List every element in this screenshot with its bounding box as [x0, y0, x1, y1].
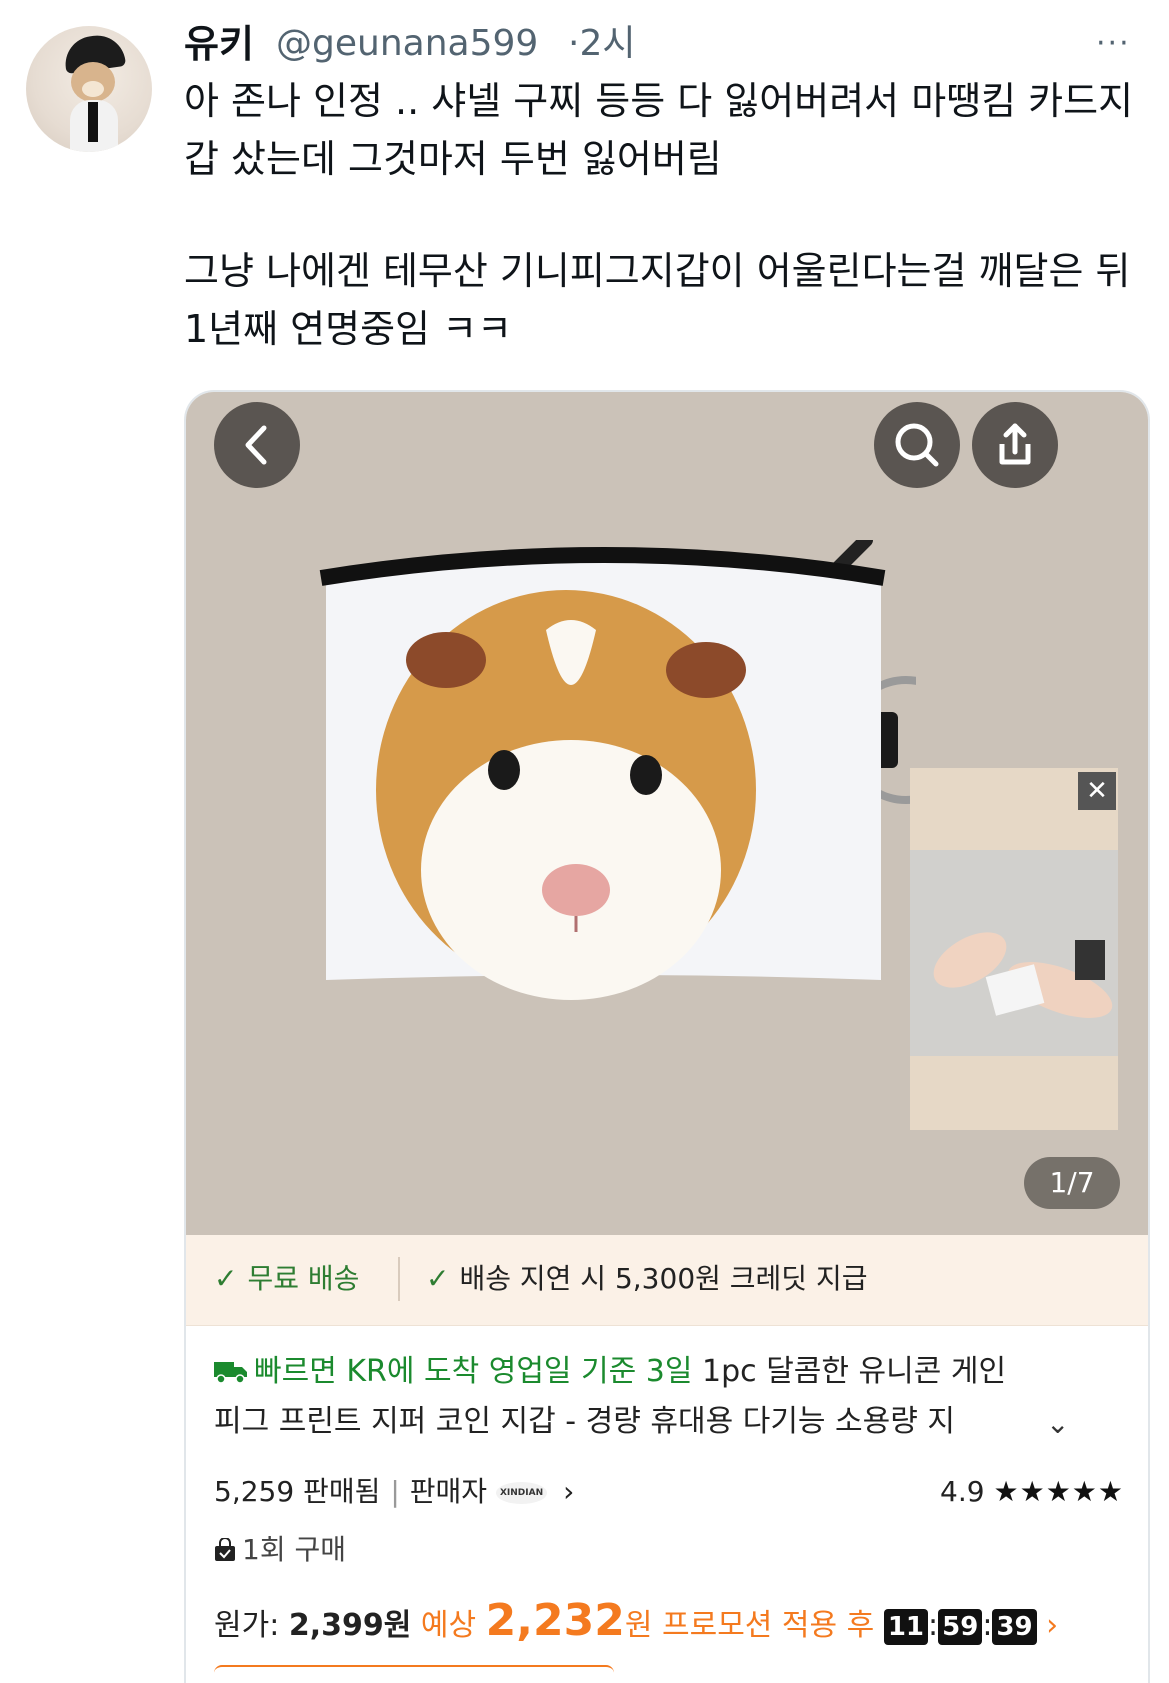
- share-icon: [999, 423, 1031, 465]
- seller-logo[interactable]: XINDIAN: [495, 1482, 548, 1504]
- video-frame[interactable]: [910, 850, 1118, 1056]
- avatar-face: [82, 81, 104, 97]
- close-icon[interactable]: ✕: [1078, 772, 1116, 810]
- original-price-label: 원가:: [214, 1608, 280, 1643]
- share-button[interactable]: [972, 402, 1058, 488]
- product-meta: 5,259 판매됨 | 판매자 XINDIAN › 4.9 ★★★★★: [214, 1467, 1124, 1517]
- chevron-down-icon[interactable]: ⌄: [1046, 1407, 1069, 1440]
- search-button[interactable]: [874, 402, 960, 488]
- purchase-label: 1회 구매: [242, 1533, 346, 1566]
- estimated-label: 예상: [420, 1608, 477, 1643]
- bag-icon: [215, 1538, 235, 1561]
- timer-minutes: 59: [938, 1609, 983, 1645]
- rating[interactable]: 4.9 ★★★★★: [940, 1467, 1124, 1517]
- display-name[interactable]: 유키: [184, 22, 254, 66]
- image-counter: 1/7: [1024, 1157, 1120, 1209]
- avatar[interactable]: [26, 26, 152, 152]
- tweet-paragraph-1: 아 존나 인정 .. 샤넬 구찌 등등 다 잃어버려서 마땡킴 카드지갑 샀는데…: [184, 79, 1134, 181]
- rating-value: 4.9: [940, 1475, 985, 1508]
- purchase-count: 1회 구매: [214, 1525, 346, 1575]
- video-preview[interactable]: ✕: [910, 768, 1118, 1130]
- truck-icon: [214, 1362, 247, 1384]
- chevron-right-icon[interactable]: ›: [563, 1475, 574, 1508]
- product-info: 빠르면 KR에 도착 영업일 기준 3일 1pc 달콤한 유니콘 게인 피그 프…: [214, 1347, 1124, 1667]
- check-icon: ✓: [426, 1262, 450, 1295]
- promo-arrow-icon[interactable]: ›: [1046, 1608, 1058, 1643]
- estimated-unit: 원: [624, 1608, 653, 1643]
- check-icon: ✓: [214, 1262, 238, 1295]
- guinea-pig-coin-purse: [319, 540, 916, 1000]
- estimated-price: 2,232: [485, 1595, 625, 1646]
- tweet-time[interactable]: ·2시: [568, 22, 635, 66]
- product-title-line-2[interactable]: 피그 프린트 지퍼 코인 지갑 - 경량 휴대용 다기능 소용량 지: [214, 1397, 1014, 1447]
- seller-label[interactable]: 판매자: [410, 1475, 487, 1508]
- search-icon: [895, 423, 939, 467]
- tweet-paragraph-2: 그냥 나에겐 테무산 기니피그지갑이 어울린다는걸 깨달은 뒤 1년째 연명중임…: [184, 249, 1131, 351]
- price-line: 원가: 2,399원 예상 2,232원 프로모션 적용 후 11:59:39 …: [214, 1595, 1059, 1646]
- delay-credit: ✓ 배송 지연 시 5,300원 크레딧 지급: [426, 1259, 868, 1299]
- back-icon: [245, 425, 267, 465]
- free-shipping: ✓ 무료 배송: [214, 1259, 359, 1299]
- product-title-1: 1pc 달콤한 유니콘 게인: [702, 1354, 1007, 1389]
- more-options-icon[interactable]: ···: [1096, 26, 1131, 61]
- delay-credit-label: 배송 지연 시 5,300원 크레딧 지급: [459, 1262, 868, 1295]
- timer-seconds: 39: [992, 1609, 1037, 1645]
- promo-label: 프로모션 적용 후: [662, 1608, 875, 1643]
- back-button[interactable]: [214, 402, 300, 488]
- delivery-estimate: 빠르면 KR에 도착 영업일 기준 3일: [254, 1354, 693, 1389]
- original-price: 2,399원: [288, 1608, 412, 1643]
- hands-video-thumbnail: [910, 850, 1118, 1056]
- avatar-tie: [88, 102, 98, 142]
- partial-badge: [214, 1665, 614, 1679]
- free-shipping-label: 무료 배송: [247, 1262, 360, 1295]
- product-photo[interactable]: ✕ 1/7: [186, 392, 1148, 1235]
- shipping-bar: ✓ 무료 배송 ✓ 배송 지연 시 5,300원 크레딧 지급: [186, 1235, 1148, 1326]
- sold-count: 5,259 판매됨: [214, 1475, 381, 1508]
- star-icon: ★★★★★: [993, 1475, 1124, 1508]
- user-handle[interactable]: @geunana599: [276, 22, 538, 66]
- timer-hours: 11: [883, 1609, 929, 1645]
- tweet-media[interactable]: ✕ 1/7 ✓ 무료 배송 ✓ 배송 지연 시 5,300원 크레딧 지급 빠르…: [184, 390, 1150, 1683]
- divider: [398, 1257, 400, 1301]
- product-title-line-1[interactable]: 빠르면 KR에 도착 영업일 기준 3일 1pc 달콤한 유니콘 게인: [214, 1347, 1124, 1397]
- tweet-text: 아 존나 인정 .. 샤넬 구찌 등등 다 잃어버려서 마땡킴 카드지갑 샀는데…: [184, 72, 1144, 358]
